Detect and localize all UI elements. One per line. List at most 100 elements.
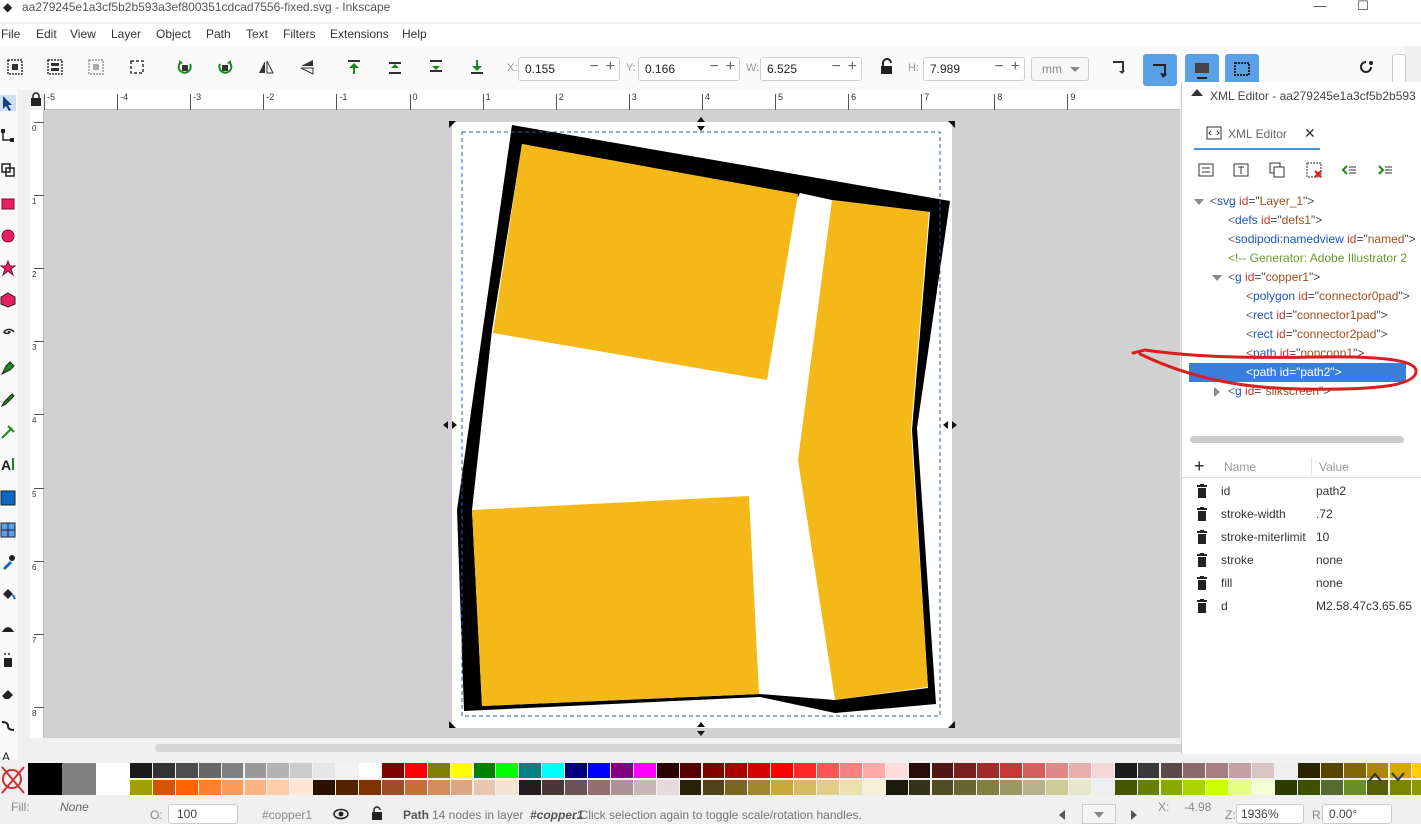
swatch[interactable] — [152, 780, 175, 795]
spiral-tool-icon[interactable] — [0, 324, 16, 340]
w-decrement[interactable]: − — [832, 58, 841, 76]
swatch[interactable] — [839, 763, 862, 778]
swatch[interactable] — [656, 763, 679, 778]
swatch[interactable] — [1206, 780, 1229, 795]
swatch[interactable] — [1229, 763, 1252, 778]
attribute-value[interactable]: path2 — [1316, 484, 1346, 498]
attribute-value[interactable]: 10 — [1316, 530, 1329, 544]
swatch[interactable] — [130, 763, 152, 778]
select-all-icon[interactable] — [6, 58, 24, 76]
connector-tool-icon[interactable] — [0, 716, 16, 732]
swatch[interactable] — [427, 780, 450, 795]
swatch[interactable] — [1343, 780, 1366, 795]
h-decrement[interactable]: − — [995, 58, 1004, 76]
new-text-node-icon[interactable] — [1233, 162, 1249, 178]
swatch[interactable] — [1046, 763, 1068, 778]
attribute-row[interactable]: d M2.58.47c3.65.65 — [1182, 595, 1421, 618]
swatch[interactable] — [1091, 780, 1114, 795]
trash-icon[interactable] — [1196, 553, 1208, 567]
swatch[interactable] — [794, 780, 816, 795]
attribute-value[interactable]: M2.58.47c3.65.65 — [1316, 599, 1412, 613]
flip-vertical-icon[interactable] — [298, 58, 316, 76]
attribute-row[interactable]: stroke-width .72 — [1182, 503, 1421, 526]
attribute-value[interactable]: none — [1316, 553, 1343, 567]
h-increment[interactable]: + — [1011, 58, 1020, 76]
swatch[interactable] — [1183, 763, 1206, 778]
swatch[interactable] — [290, 763, 313, 778]
swatch[interactable] — [1023, 780, 1045, 795]
swatch[interactable] — [610, 780, 633, 795]
minimize-button[interactable]: — — [1305, 0, 1335, 14]
expander-open-icon[interactable] — [1194, 197, 1204, 207]
x-increment[interactable]: + — [606, 58, 615, 76]
swatch[interactable] — [381, 763, 404, 778]
tree-scrollbar[interactable] — [1190, 436, 1404, 443]
layer-dropdown[interactable] — [1082, 804, 1116, 824]
swatch[interactable] — [1206, 763, 1229, 778]
swatch[interactable] — [1412, 780, 1421, 795]
zoom-field[interactable]: 1936% — [1236, 804, 1304, 824]
swatch[interactable] — [725, 763, 748, 778]
swatch[interactable] — [702, 763, 725, 778]
swatch[interactable] — [954, 763, 977, 778]
swatch[interactable] — [267, 780, 290, 795]
maximize-button[interactable]: ☐ — [1348, 0, 1378, 14]
menu-view[interactable]: View — [70, 27, 96, 41]
lock-proportions-icon[interactable] — [878, 58, 896, 76]
close-tab-icon[interactable]: ✕ — [1304, 125, 1316, 142]
xml-node-row[interactable]: <sodipodi:namedview id="named"> — [1228, 230, 1416, 249]
swatch[interactable] — [1068, 763, 1091, 778]
attribute-value[interactable]: none — [1316, 576, 1343, 590]
swatch[interactable] — [702, 780, 725, 795]
swatch[interactable] — [198, 763, 221, 778]
swatch[interactable] — [152, 763, 175, 778]
swatch[interactable] — [1366, 780, 1389, 795]
opacity-field[interactable]: 100 — [168, 804, 238, 824]
swatch[interactable] — [473, 780, 496, 795]
vertical-ruler[interactable]: 0 1 2 3 4 5 6 7 8 — [30, 110, 44, 738]
swatch[interactable] — [633, 763, 656, 778]
calligraphy-tool-icon[interactable] — [0, 424, 16, 440]
scale-stroke-icon[interactable] — [1110, 58, 1128, 76]
swatch[interactable] — [221, 780, 244, 795]
swatch[interactable] — [817, 780, 839, 795]
swatch[interactable] — [679, 763, 702, 778]
trash-icon[interactable] — [1196, 507, 1208, 521]
menu-help[interactable]: Help — [402, 27, 427, 41]
swatch[interactable] — [1412, 763, 1421, 778]
swatch[interactable] — [1160, 780, 1183, 795]
menu-filters[interactable]: Filters — [283, 27, 316, 41]
lower-to-bottom-icon[interactable] — [468, 58, 486, 76]
fill-value[interactable]: None — [60, 800, 89, 814]
next-icon[interactable] — [1130, 810, 1138, 820]
swatch[interactable] — [221, 763, 244, 778]
swatch[interactable] — [496, 763, 519, 778]
layer-lock-icon[interactable] — [371, 806, 383, 820]
swatch[interactable] — [519, 780, 542, 795]
attribute-value[interactable]: .72 — [1316, 507, 1333, 521]
menu-object[interactable]: Object — [156, 27, 191, 41]
swatch[interactable] — [381, 780, 404, 795]
swatch[interactable] — [1046, 780, 1068, 795]
swatch[interactable] — [610, 763, 633, 778]
swatch[interactable] — [519, 763, 542, 778]
trash-icon[interactable] — [1196, 484, 1208, 498]
flip-horizontal-icon[interactable] — [257, 58, 275, 76]
swatch[interactable] — [565, 763, 587, 778]
paint-bucket-tool-icon[interactable] — [0, 586, 16, 602]
swatch[interactable] — [244, 763, 267, 778]
menu-file[interactable]: File — [1, 27, 20, 41]
swatch[interactable] — [748, 780, 771, 795]
swatch[interactable] — [1091, 763, 1114, 778]
swatch[interactable] — [1023, 763, 1045, 778]
swatch[interactable] — [656, 780, 679, 795]
menu-path[interactable]: Path — [206, 27, 231, 41]
unit-select[interactable]: mm — [1031, 57, 1089, 81]
expander-open-icon[interactable] — [1212, 273, 1222, 283]
swatch[interactable] — [404, 763, 427, 778]
swatch[interactable] — [1068, 780, 1091, 795]
swatch[interactable] — [496, 780, 519, 795]
scale-corners-toggle[interactable] — [1143, 54, 1177, 86]
rotate-ccw-icon[interactable] — [176, 58, 194, 76]
swatch[interactable] — [244, 780, 267, 795]
